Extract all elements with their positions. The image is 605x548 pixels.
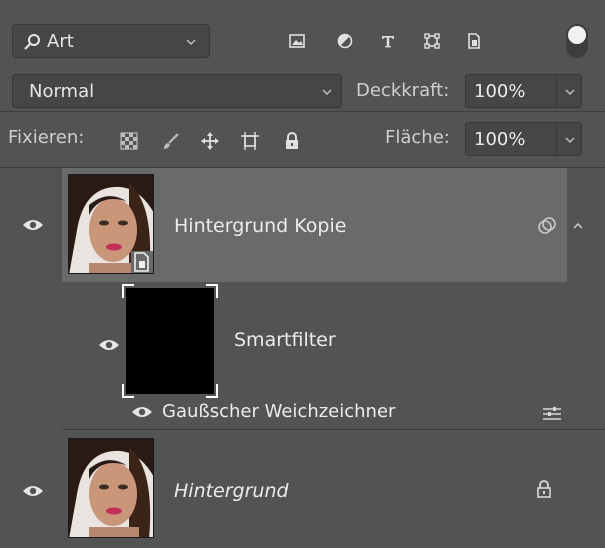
layer-name[interactable]: Hintergrund Kopie <box>174 215 346 237</box>
mask-bracket <box>206 284 218 298</box>
blend-mode-dropdown[interactable]: Normal <box>12 74 342 108</box>
lock-row: Fixieren: Fläche: 100% <box>0 112 605 168</box>
fill-label: Fläche: <box>385 127 450 148</box>
opacity-label: Deckkraft: <box>356 80 450 101</box>
smart-object-filter-icon[interactable] <box>466 33 482 49</box>
layer-name[interactable]: Hintergrund <box>174 480 289 502</box>
lock-image-pixels-icon[interactable] <box>162 132 180 150</box>
chevron-up-icon <box>573 222 583 229</box>
fill-input[interactable]: 100% <box>465 122 557 156</box>
fill-slider-button[interactable] <box>556 122 582 156</box>
mask-bracket <box>206 384 218 398</box>
layer-thumbnail <box>68 438 154 538</box>
chevron-down-icon <box>186 39 196 46</box>
lock-position-icon[interactable] <box>201 132 219 150</box>
lock-transparent-pixels-icon[interactable] <box>120 132 138 150</box>
mask-bracket <box>122 384 134 398</box>
adjustment-filter-icon[interactable] <box>337 33 353 49</box>
layer-thumbnail <box>68 174 154 274</box>
blend-row: Normal Deckkraft: 100% <box>0 68 605 112</box>
layer-row-hintergrund-kopie[interactable]: Hintergrund Kopie <box>0 168 567 282</box>
layers-panel: Art Normal Deckkraft: 100% Fixieren: Flä… <box>0 0 605 548</box>
eye-icon[interactable] <box>131 405 153 419</box>
portrait-image <box>69 439 153 537</box>
lock-artboard-icon[interactable] <box>241 132 259 150</box>
chevron-down-icon <box>565 137 575 144</box>
filter-blending-options-icon[interactable] <box>542 406 562 422</box>
opacity-input[interactable]: 100% <box>465 74 557 108</box>
image-filter-icon[interactable] <box>289 33 305 49</box>
lock-label: Fixieren: <box>8 127 85 148</box>
chevron-down-icon <box>565 89 575 96</box>
opacity-value: 100% <box>474 81 526 102</box>
type-filter-icon[interactable] <box>380 33 396 49</box>
smart-filters-icon[interactable] <box>537 216 557 236</box>
lock-icon <box>537 480 551 498</box>
lock-all-icon[interactable] <box>283 132 301 150</box>
smart-filter-row[interactable]: Smartfilter Gaußscher Weichzeichner <box>62 282 605 430</box>
smart-filter-name[interactable]: Smartfilter <box>234 329 336 351</box>
chevron-down-icon <box>322 89 332 96</box>
search-icon <box>24 34 40 50</box>
eye-icon[interactable] <box>98 338 120 352</box>
filter-name[interactable]: Gaußscher Weichzeichner <box>162 401 395 422</box>
layers-list: Hintergrund Kopie Smartfilter Gaußscher … <box>0 168 605 548</box>
toggle-knob <box>568 26 586 44</box>
eye-icon[interactable] <box>22 218 44 232</box>
collapse-toggle[interactable] <box>567 168 589 282</box>
blend-mode-value: Normal <box>29 81 95 102</box>
smart-filter-mask-thumbnail[interactable] <box>126 288 214 394</box>
smart-object-badge-icon <box>131 251 153 273</box>
fill-value: 100% <box>474 129 526 150</box>
shape-filter-icon[interactable] <box>424 33 440 49</box>
filter-toggle-switch[interactable] <box>566 24 588 58</box>
filter-kind-dropdown[interactable]: Art <box>12 24 210 58</box>
layer-row-hintergrund[interactable]: Hintergrund <box>0 430 605 548</box>
filter-kind-label: Art <box>47 31 74 52</box>
opacity-slider-button[interactable] <box>556 74 582 108</box>
layer-filter-bar: Art <box>0 0 605 69</box>
mask-bracket <box>122 284 134 298</box>
eye-icon[interactable] <box>22 484 44 498</box>
